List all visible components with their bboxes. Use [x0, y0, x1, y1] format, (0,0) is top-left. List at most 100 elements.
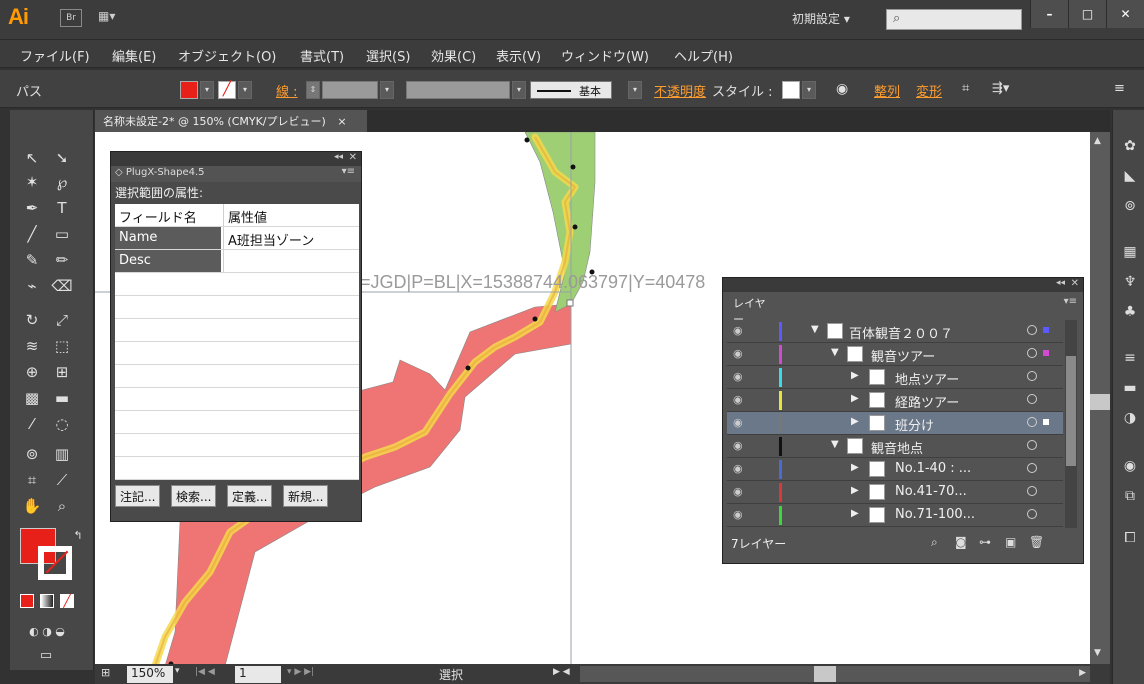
menu-file[interactable]: ファイル(F) [20, 46, 90, 65]
locate-object-icon[interactable]: ⌕ [931, 535, 938, 550]
new-sublayer-icon[interactable]: ⊶ [979, 535, 991, 549]
rotate-tool-icon[interactable]: ↻ [18, 308, 46, 332]
close-window-button[interactable]: ✕ [1106, 0, 1144, 28]
layer-name[interactable]: 班分け [895, 415, 934, 434]
line-tool-icon[interactable]: ╱ [18, 222, 46, 246]
layers-tab[interactable]: レイヤー [727, 292, 781, 326]
gradient-tool-icon[interactable]: ▬ [48, 386, 76, 410]
layer-name[interactable]: No.1-40 : ... [895, 461, 971, 476]
delete-layer-icon[interactable]: 🗑 [1029, 535, 1044, 549]
minimize-button[interactable]: – [1030, 0, 1068, 28]
horizontal-scroll-thumb[interactable] [814, 666, 836, 682]
none-mode-icon[interactable]: ╱ [60, 594, 74, 608]
fill-dropdown[interactable]: ▾ [200, 81, 214, 99]
artboard-number-input[interactable]: 1 [235, 666, 281, 683]
variable-width-field[interactable] [406, 81, 510, 99]
free-transform-tool-icon[interactable]: ⬚ [48, 334, 76, 358]
stroke-label[interactable]: 線 : [276, 81, 298, 100]
swatches-icon[interactable]: ▦ [1121, 244, 1139, 262]
artboard-tool-icon[interactable]: ⌗ [18, 468, 46, 492]
blend-tool-icon[interactable]: ◌ [48, 412, 76, 436]
layer-row[interactable]: ◉ ▶ No.41-70... [727, 481, 1063, 504]
opacity-label[interactable]: 不透明度 [654, 81, 706, 100]
first-artboard-icon[interactable]: |◀ ◀ [195, 667, 215, 677]
layer-row[interactable]: ◉ ▶ No.71-100... [727, 504, 1063, 527]
menu-select[interactable]: 選択(S) [366, 46, 410, 65]
panel-menu-icon[interactable]: ▾≡ [342, 166, 355, 177]
panel-title-bar[interactable]: ◂◂ ✕ [111, 152, 361, 166]
scale-tool-icon[interactable]: ⤢ [48, 308, 76, 332]
annotation-button[interactable]: 注記... [115, 485, 161, 507]
pen-tool-icon[interactable]: ✒ [18, 196, 46, 220]
layer-row[interactable]: ◉ ▶ 班分け [727, 412, 1063, 435]
symbol-sprayer-tool-icon[interactable]: ⊚ [18, 442, 46, 466]
transparency-icon[interactable]: ◑ [1121, 410, 1139, 428]
stroke-dropdown[interactable]: ▾ [238, 81, 252, 99]
color-wheel-icon[interactable]: ⊚ [1121, 198, 1139, 216]
brush-field[interactable]: 基本 [530, 81, 612, 99]
layer-name[interactable]: 地点ツアー [895, 369, 959, 388]
attribute-value-cell[interactable]: A班担当ゾーン [223, 227, 359, 249]
brushes-icon[interactable]: ♆ [1121, 274, 1139, 292]
collapse-triangle-icon[interactable]: ▶ [851, 508, 859, 519]
stroke-color-box[interactable] [38, 546, 72, 580]
target-circle-icon[interactable] [1027, 371, 1037, 381]
color-panel-icon[interactable]: ◣ [1121, 168, 1139, 186]
type-tool-icon[interactable]: T [48, 196, 76, 220]
color-mode-icon[interactable] [20, 594, 34, 608]
rectangle-tool-icon[interactable]: ▭ [48, 222, 76, 246]
scroll-down-icon[interactable]: ▼ [1094, 648, 1101, 658]
zoom-dropdown[interactable]: ▾ [175, 666, 180, 676]
vertical-scrollbar[interactable]: ▲ ▼ [1090, 132, 1110, 664]
menu-effect[interactable]: 効果(C) [431, 46, 476, 65]
target-circle-icon[interactable] [1027, 486, 1037, 496]
recolor-icon[interactable]: ◉ [836, 81, 848, 97]
transform-label[interactable]: 変形 [916, 81, 942, 100]
stroke-weight-input[interactable] [322, 81, 378, 99]
target-circle-icon[interactable] [1027, 325, 1037, 335]
stroke-weight-stepper[interactable]: ⇕ [306, 81, 320, 99]
menu-object[interactable]: オブジェクト(O) [178, 46, 276, 65]
hand-tool-icon[interactable]: ✋ [18, 494, 46, 518]
style-swatch[interactable] [782, 81, 800, 99]
target-circle-icon[interactable] [1027, 394, 1037, 404]
visibility-eye-icon[interactable]: ◉ [733, 485, 743, 498]
target-circle-icon[interactable] [1027, 348, 1037, 358]
attribute-value-cell[interactable] [223, 250, 359, 272]
blob-brush-tool-icon[interactable]: ⌁ [18, 274, 46, 298]
layer-row[interactable]: ◉ ▼ 観音地点 [727, 435, 1063, 458]
make-clipping-mask-icon[interactable]: ◙ [955, 535, 967, 549]
draw-mode-icons[interactable]: ◐ ◑ ◒ [20, 620, 74, 644]
lasso-tool-icon[interactable]: ℘ [48, 170, 76, 194]
target-circle-icon[interactable] [1027, 417, 1037, 427]
arrange-documents-icon[interactable]: ▦▾ [98, 9, 126, 27]
expand-triangle-icon[interactable]: ▼ [811, 324, 819, 335]
visibility-eye-icon[interactable]: ◉ [733, 324, 743, 337]
expand-triangle-icon[interactable]: ▼ [831, 347, 839, 358]
target-circle-icon[interactable] [1027, 509, 1037, 519]
layer-name[interactable]: 観音ツアー [871, 346, 935, 365]
table-row[interactable]: Desc [115, 250, 359, 273]
gradient-panel-icon[interactable]: ▬ [1121, 380, 1139, 398]
collapse-triangle-icon[interactable]: ▶ [851, 416, 859, 427]
brush-dropdown[interactable]: ▾ [628, 81, 642, 99]
workspace-switcher[interactable]: 初期設定 ▾ [792, 10, 850, 27]
scroll-right-icon[interactable]: ▶ [1079, 668, 1086, 678]
target-circle-icon[interactable] [1027, 463, 1037, 473]
document-tab[interactable]: 名称未設定-2* @ 150% (CMYK/プレビュー) × [95, 110, 367, 132]
arrange-icon[interactable]: ⇶▾ [992, 81, 1009, 96]
close-layers-icon[interactable]: ✕ [1071, 278, 1079, 289]
align-label[interactable]: 整列 [874, 81, 900, 100]
paintbrush-tool-icon[interactable]: ✎ [18, 248, 46, 272]
fill-swatch[interactable] [180, 81, 198, 99]
collapse-panel-icon[interactable]: ◂◂ [334, 152, 343, 162]
visibility-eye-icon[interactable]: ◉ [733, 416, 743, 429]
control-panel-menu-icon[interactable]: ≡ [1114, 81, 1125, 96]
zoom-tool-icon[interactable]: ⌕ [48, 494, 76, 518]
width-tool-icon[interactable]: ≋ [18, 334, 46, 358]
layer-name[interactable]: No.71-100... [895, 507, 975, 522]
selection-indicator[interactable] [1043, 350, 1049, 356]
slice-tool-icon[interactable]: ⟋ [48, 468, 76, 492]
menu-view[interactable]: 表示(V) [496, 46, 541, 65]
symbols-icon[interactable]: ♣ [1121, 304, 1139, 322]
